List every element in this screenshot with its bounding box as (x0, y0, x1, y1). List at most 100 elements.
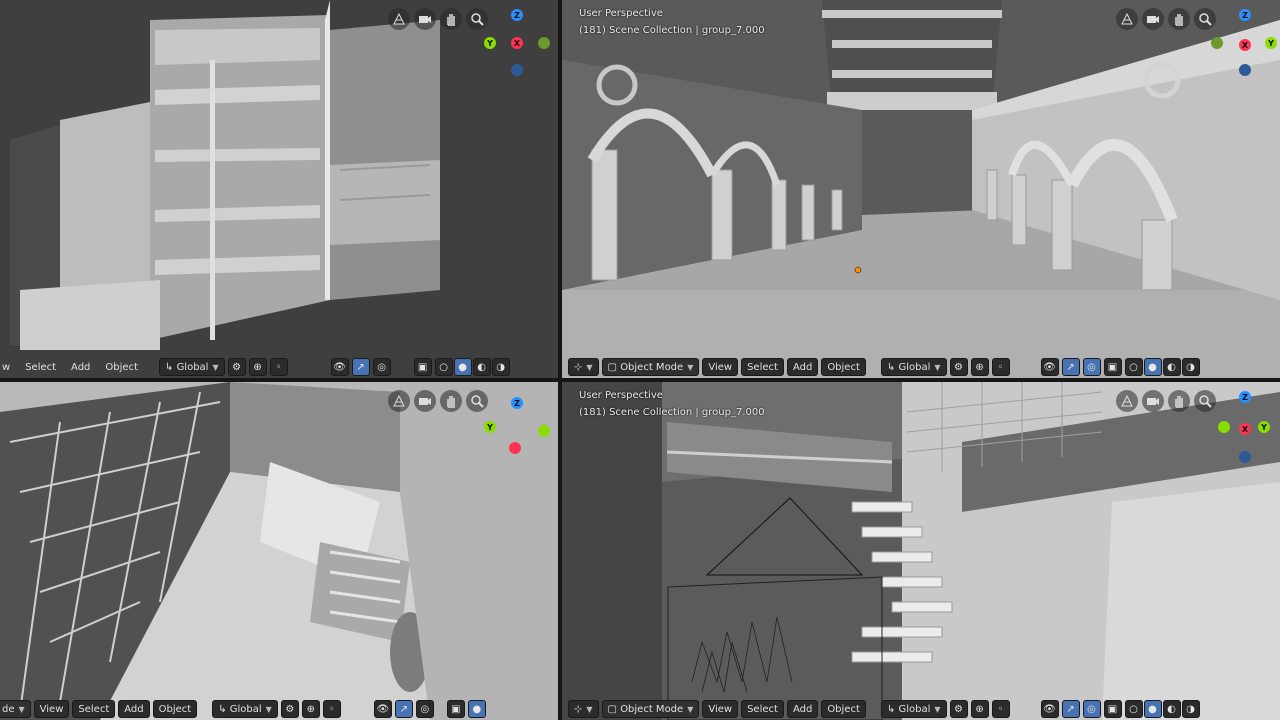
gizmo-x-icon[interactable]: X (1239, 423, 1251, 435)
snap-icon[interactable]: ⊕ (248, 358, 267, 376)
select-menu[interactable]: Select (741, 700, 784, 718)
wireframe-shading-icon[interactable]: ○ (434, 358, 453, 376)
object-menu[interactable]: Object (99, 358, 144, 376)
gizmo-neg-y-icon[interactable] (538, 37, 550, 49)
visibility-icon[interactable]: 👁 (1040, 358, 1059, 376)
proportional-edit-icon[interactable]: ◦ (322, 700, 341, 718)
mode-select[interactable]: ▢ Object Mode ▼ (601, 700, 700, 718)
xray-icon[interactable]: ▣ (1103, 700, 1122, 718)
axis-gizmo[interactable]: Z X Y (1208, 388, 1278, 463)
mode-select[interactable]: ▢ Object Mode ▼ (601, 358, 700, 376)
gizmo-neg-y-icon[interactable] (1218, 421, 1230, 433)
hand-pan-icon[interactable] (1168, 8, 1190, 30)
camera-icon[interactable] (1142, 390, 1164, 412)
gizmo-z-icon[interactable]: Z (1239, 391, 1251, 403)
xray-icon[interactable]: ▣ (1103, 358, 1122, 376)
axis-gizmo[interactable]: Z X Y (1208, 6, 1278, 76)
axis-gizmo[interactable]: Z Y X (482, 6, 552, 76)
camera-icon[interactable] (414, 8, 436, 30)
gizmo-neg-z-icon[interactable] (511, 64, 523, 76)
gizmo-toggle-icon[interactable]: ↗ (351, 358, 370, 376)
add-menu[interactable]: Add (118, 700, 150, 718)
viewport-top-right[interactable]: User Perspective (181) Scene Collection … (562, 0, 1280, 378)
view-perspective-icon[interactable] (1116, 390, 1138, 412)
xray-icon[interactable]: ▣ (446, 700, 465, 718)
rendered-shading-icon[interactable]: ◑ (1181, 358, 1200, 376)
camera-icon[interactable] (414, 390, 436, 412)
hand-pan-icon[interactable] (440, 390, 462, 412)
area-divider-vertical[interactable] (558, 0, 562, 720)
view-menu[interactable]: View (702, 358, 739, 376)
hand-pan-icon[interactable] (1168, 390, 1190, 412)
gizmo-y-icon[interactable]: Y (484, 37, 496, 49)
transform-orientation-select[interactable]: ↳ Global ▼ (212, 700, 278, 718)
solid-shading-icon[interactable]: ● (1143, 358, 1162, 376)
solid-shading-icon[interactable]: ● (467, 700, 486, 718)
gizmo-z-icon[interactable]: Z (1239, 9, 1251, 21)
pivot-icon[interactable]: ⚙ (227, 358, 246, 376)
add-menu[interactable]: Add (65, 358, 96, 376)
snap-icon[interactable]: ⊕ (301, 700, 320, 718)
view-perspective-icon[interactable] (1116, 8, 1138, 30)
gizmo-neg-z-icon[interactable] (1239, 64, 1251, 76)
object-menu[interactable]: Object (821, 700, 866, 718)
gizmo-toggle-icon[interactable]: ↗ (1061, 358, 1080, 376)
xray-icon[interactable]: ▣ (413, 358, 432, 376)
material-shading-icon[interactable]: ◐ (472, 358, 491, 376)
gizmo-neg-y-icon[interactable] (1211, 37, 1223, 49)
transform-orientation-select[interactable]: ↳ Global ▼ (880, 358, 947, 376)
select-menu[interactable]: Select (19, 358, 62, 376)
rendered-shading-icon[interactable]: ◑ (1181, 700, 1200, 718)
pivot-icon[interactable]: ⚙ (949, 700, 968, 718)
camera-icon[interactable] (1142, 8, 1164, 30)
mode-select[interactable]: de ▼ (0, 700, 31, 718)
add-menu[interactable]: Add (786, 700, 819, 718)
gizmo-neg-z-icon[interactable] (1239, 451, 1251, 463)
editor-type-select[interactable]: ⊹ ▼ (568, 358, 599, 376)
visibility-icon[interactable]: 👁 (330, 358, 349, 376)
view-menu[interactable]: View (702, 700, 739, 718)
axis-gizmo[interactable]: Z Y (482, 388, 552, 458)
add-menu[interactable]: Add (786, 358, 819, 376)
wireframe-shading-icon[interactable]: ○ (1124, 700, 1143, 718)
select-menu[interactable]: Select (72, 700, 116, 718)
solid-shading-icon[interactable]: ● (453, 358, 472, 376)
overlay-icon[interactable]: ◎ (415, 700, 434, 718)
gizmo-neg-y-icon[interactable] (538, 425, 550, 437)
proportional-edit-icon[interactable]: ◦ (269, 358, 288, 376)
gizmo-z-icon[interactable]: Z (511, 397, 523, 409)
editor-type-select[interactable]: ⊹ ▼ (568, 700, 599, 718)
hand-pan-icon[interactable] (440, 8, 462, 30)
gizmo-x-icon[interactable] (509, 442, 521, 454)
gizmo-toggle-icon[interactable]: ↗ (1061, 700, 1080, 718)
visibility-icon[interactable]: 👁 (373, 700, 392, 718)
gizmo-y-icon[interactable]: Y (1265, 37, 1277, 49)
transform-orientation-select[interactable]: ↳ Global ▼ (880, 700, 947, 718)
overlay-icon[interactable]: ◎ (1082, 700, 1101, 718)
viewport-top-left[interactable]: Z Y X w Select Add Object ↳ Global ▼ ⚙ ⊕… (0, 0, 558, 378)
material-shading-icon[interactable]: ◐ (1162, 358, 1181, 376)
viewport-bottom-left[interactable]: Z Y de ▼ View Select Add Object ↳ Global… (0, 382, 558, 720)
view-menu[interactable]: w (0, 358, 16, 376)
snap-icon[interactable]: ⊕ (970, 700, 989, 718)
material-shading-icon[interactable]: ◐ (1162, 700, 1181, 718)
gizmo-y-icon[interactable]: Y (1258, 421, 1270, 433)
pivot-icon[interactable]: ⚙ (280, 700, 299, 718)
proportional-edit-icon[interactable]: ◦ (991, 358, 1010, 376)
visibility-icon[interactable]: 👁 (1040, 700, 1059, 718)
transform-orientation-select[interactable]: ↳ Global ▼ (159, 358, 225, 376)
object-menu[interactable]: Object (152, 700, 198, 718)
rendered-shading-icon[interactable]: ◑ (491, 358, 510, 376)
solid-shading-icon[interactable]: ● (1143, 700, 1162, 718)
view-menu[interactable]: View (33, 700, 70, 718)
gizmo-y-icon[interactable]: Y (484, 421, 496, 433)
overlay-icon[interactable]: ◎ (372, 358, 391, 376)
select-menu[interactable]: Select (741, 358, 784, 376)
overlay-icon[interactable]: ◎ (1082, 358, 1101, 376)
snap-icon[interactable]: ⊕ (970, 358, 989, 376)
view-perspective-icon[interactable] (388, 8, 410, 30)
wireframe-shading-icon[interactable]: ○ (1124, 358, 1143, 376)
proportional-edit-icon[interactable]: ◦ (991, 700, 1010, 718)
object-menu[interactable]: Object (821, 358, 866, 376)
view-perspective-icon[interactable] (388, 390, 410, 412)
